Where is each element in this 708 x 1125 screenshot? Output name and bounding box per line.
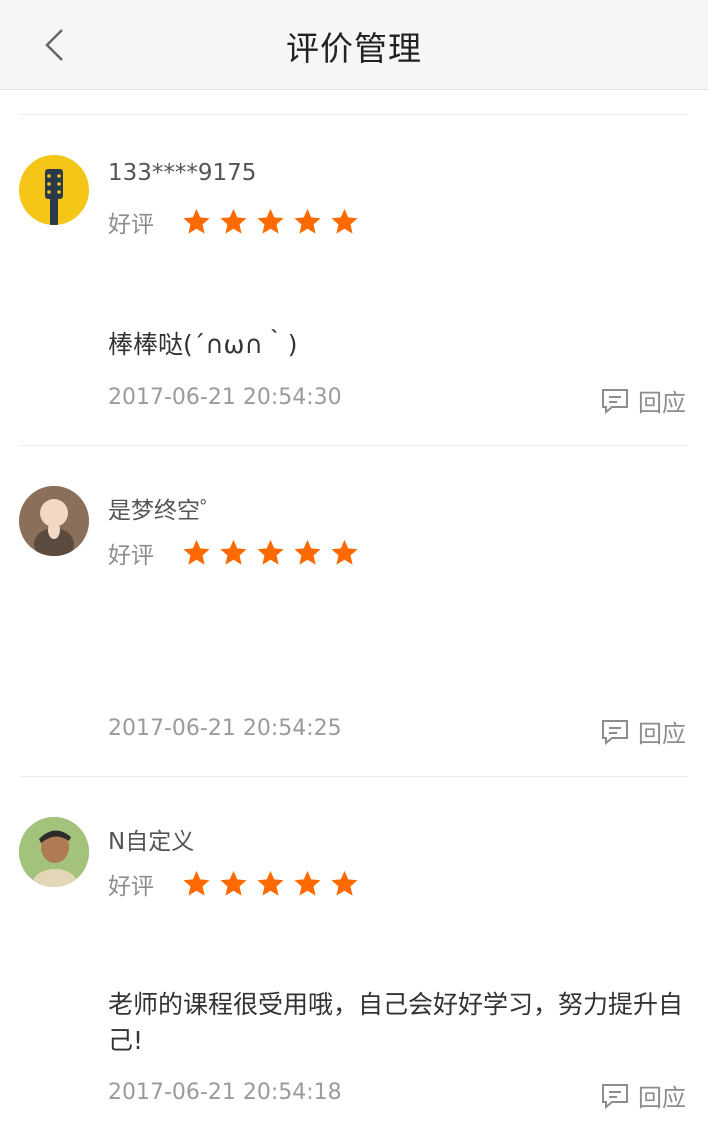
review-time: 2017-06-21 20:54:30 <box>108 385 342 410</box>
star-icon <box>257 208 284 234</box>
baby-photo-icon <box>19 486 89 556</box>
rating-grade: 好评 <box>108 212 154 238</box>
star-icon <box>331 539 358 565</box>
guitar-icon <box>45 169 63 225</box>
review-time: 2017-06-21 20:54:25 <box>108 716 342 741</box>
review-item: 是梦终空゜ 好评 2017-06-21 20:54:25 回应 <box>0 446 708 776</box>
star-icon <box>220 870 247 896</box>
review-item: N自定义 好评 老师的课程很受用哦，自己会好好学习，努力提升自己! 2017-0… <box>0 777 708 1125</box>
reply-button[interactable]: 回应 <box>600 714 686 749</box>
review-item: 133****9175 好评 棒棒哒(´∩ω∩｀) 2017-06-21 20:… <box>0 115 708 445</box>
star-icon <box>294 539 321 565</box>
reply-button[interactable]: 回应 <box>600 383 686 418</box>
rating-grade: 好评 <box>108 543 154 569</box>
star-rating <box>182 207 359 236</box>
review-comment: 棒棒哒(´∩ω∩｀) <box>108 330 298 359</box>
reply-label: 回应 <box>638 720 686 748</box>
reviewer-name: N自定义 <box>108 829 195 855</box>
reply-button[interactable]: 回应 <box>600 1078 686 1113</box>
comment-icon <box>602 388 628 414</box>
star-icon <box>183 870 210 896</box>
review-comment: 老师的课程很受用哦，自己会好好学习，努力提升自己! <box>108 990 684 1055</box>
star-icon <box>331 870 358 896</box>
star-icon <box>220 539 247 565</box>
star-icon <box>257 870 284 896</box>
reviewer-name: 是梦终空゜ <box>108 498 223 524</box>
page-title: 评价管理 <box>286 29 422 68</box>
star-icon <box>294 208 321 234</box>
star-icon <box>183 208 210 234</box>
reviewer-name: 133****9175 <box>108 160 257 186</box>
avatar[interactable] <box>19 155 89 225</box>
app-header: 评价管理 <box>0 0 708 90</box>
star-icon <box>183 539 210 565</box>
star-rating <box>182 869 359 898</box>
star-icon <box>220 208 247 234</box>
person-photo-icon <box>19 817 89 887</box>
comment-icon <box>602 719 628 745</box>
star-icon <box>294 870 321 896</box>
star-icon <box>331 208 358 234</box>
avatar[interactable] <box>19 817 89 887</box>
avatar[interactable] <box>19 486 89 556</box>
star-rating <box>182 538 359 567</box>
comment-icon <box>602 1083 628 1109</box>
rating-grade: 好评 <box>108 874 154 900</box>
star-icon <box>257 539 284 565</box>
reply-label: 回应 <box>638 1084 686 1112</box>
reply-label: 回应 <box>638 389 686 417</box>
review-time: 2017-06-21 20:54:18 <box>108 1080 342 1105</box>
